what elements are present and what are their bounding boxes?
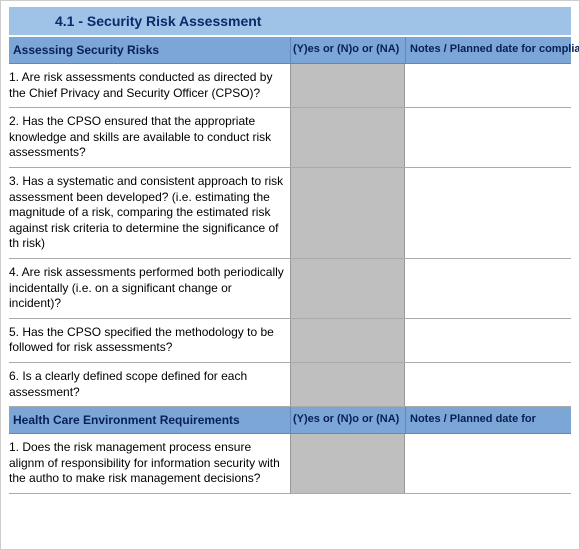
assessment-row: 3. Has a systematic and consistent appro… [9, 168, 571, 259]
yesno-cell[interactable] [290, 64, 405, 107]
yesno-input[interactable] [291, 168, 404, 258]
question-text: 5. Has the CPSO specified the methodolog… [9, 319, 290, 362]
notes-cell[interactable] [405, 168, 571, 258]
assessment-row: 1. Are risk assessments conducted as dir… [9, 64, 571, 108]
assessment-row: 1. Does the risk management process ensu… [9, 434, 571, 494]
yesno-input[interactable] [291, 434, 404, 493]
col-header-question: Health Care Environment Requirements [9, 407, 290, 433]
yesno-cell[interactable] [290, 168, 405, 258]
section-header-assessing: Assessing Security Risks (Y)es or (N)o o… [9, 37, 571, 64]
yesno-input[interactable] [291, 319, 404, 362]
yesno-cell[interactable] [290, 434, 405, 493]
assessment-page: 4.1 - Security Risk Assessment Assessing… [0, 0, 580, 550]
col-header-notes: Notes / Planned date for compliance [405, 37, 580, 63]
page-title: 4.1 - Security Risk Assessment [9, 7, 571, 35]
yesno-cell[interactable] [290, 363, 405, 406]
question-text: 2. Has the CPSO ensured that the appropr… [9, 108, 290, 167]
col-header-notes: Notes / Planned date for [405, 407, 571, 433]
yesno-input[interactable] [291, 259, 404, 318]
assessment-row: 6. Is a clearly defined scope defined fo… [9, 363, 571, 407]
col-header-yesno: (Y)es or (N)o or (NA) [290, 407, 405, 433]
question-text: 1. Does the risk management process ensu… [9, 434, 290, 493]
yesno-input[interactable] [291, 64, 404, 107]
question-text: 6. Is a clearly defined scope defined fo… [9, 363, 290, 406]
yesno-cell[interactable] [290, 259, 405, 318]
col-header-yesno: (Y)es or (N)o or (NA) [290, 37, 405, 63]
question-text: 4. Are risk assessments performed both p… [9, 259, 290, 318]
notes-cell[interactable] [405, 64, 571, 107]
yesno-cell[interactable] [290, 108, 405, 167]
yesno-input[interactable] [291, 108, 404, 167]
notes-cell[interactable] [405, 319, 571, 362]
notes-cell[interactable] [405, 108, 571, 167]
assessment-row: 4. Are risk assessments performed both p… [9, 259, 571, 319]
question-text: 3. Has a systematic and consistent appro… [9, 168, 290, 258]
yesno-cell[interactable] [290, 319, 405, 362]
assessment-row: 5. Has the CPSO specified the methodolog… [9, 319, 571, 363]
question-text: 1. Are risk assessments conducted as dir… [9, 64, 290, 107]
col-header-question: Assessing Security Risks [9, 37, 290, 63]
notes-cell[interactable] [405, 434, 571, 493]
notes-cell[interactable] [405, 259, 571, 318]
assessment-row: 2. Has the CPSO ensured that the appropr… [9, 108, 571, 168]
notes-cell[interactable] [405, 363, 571, 406]
section-header-healthcare: Health Care Environment Requirements (Y)… [9, 407, 571, 434]
yesno-input[interactable] [291, 363, 404, 406]
